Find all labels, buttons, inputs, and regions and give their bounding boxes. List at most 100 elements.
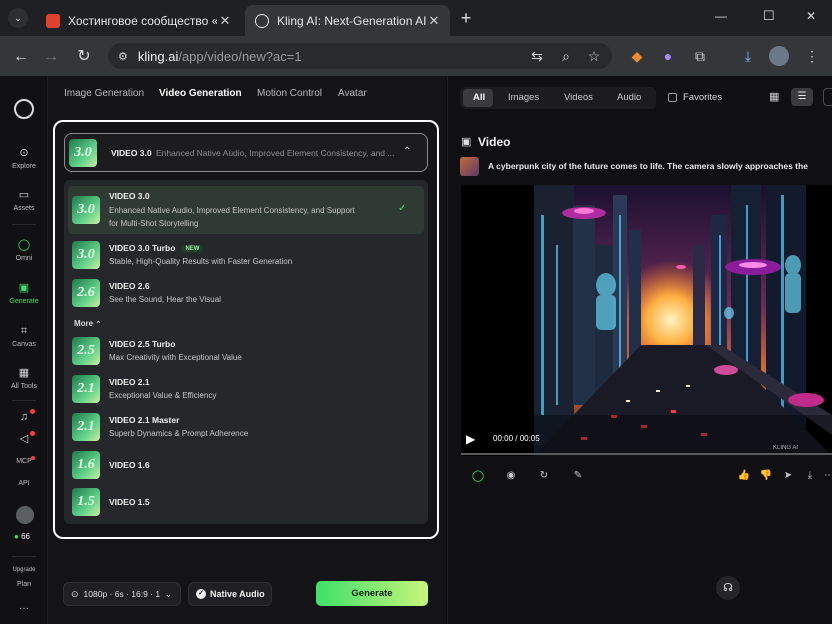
generate-button[interactable]: Generate [316, 581, 428, 606]
thumbs-up-icon[interactable]: 👍 [737, 469, 751, 483]
prompt-thumbnail[interactable] [460, 157, 479, 176]
close-tab-icon[interactable]: ✕ [217, 13, 233, 29]
rail-more[interactable]: ··· [0, 603, 48, 614]
thumbs-down-icon[interactable]: 👎 [759, 469, 773, 483]
video-preview[interactable]: ▶ 00:00 / 00:05 KLING AI [461, 185, 832, 456]
translate-icon[interactable]: ⇆ [527, 46, 547, 66]
rail-divider [12, 224, 36, 225]
rail-mcp[interactable]: MCP [0, 458, 48, 465]
back-icon[interactable]: ← [10, 46, 32, 68]
announcements[interactable]: ◁ [0, 432, 48, 449]
kling-favicon-icon [255, 13, 269, 28]
notification-dot [30, 431, 35, 436]
tab-image-generation[interactable]: Image Generation [64, 88, 144, 99]
filter-audio[interactable]: Audio [617, 92, 641, 103]
native-audio-toggle[interactable]: ✓ Native Audio [188, 582, 272, 606]
tab-motion-control[interactable]: Motion Control [257, 88, 322, 99]
chevron-up-icon[interactable]: ⌃ [403, 146, 411, 157]
rail-generate[interactable]: ▣ Generate [0, 281, 48, 305]
play-icon[interactable]: ▶ [466, 432, 475, 446]
model-option-video-2-1-master[interactable]: 2.1 VIDEO 2.1 Master Superb Dynamics & P… [68, 410, 424, 444]
model-option-video-1-6[interactable]: 1.6 VIDEO 1.6 [68, 448, 424, 482]
video-section-icon: ▣ [461, 136, 472, 148]
filter-images[interactable]: Images [508, 92, 539, 103]
new-tab-button[interactable]: + [456, 8, 476, 28]
tab-title: Хостинговое сообщество «Tim [68, 13, 217, 28]
support-button[interactable]: ☊ [716, 576, 740, 600]
rail-explore[interactable]: ⊙ Explore [0, 146, 48, 170]
rail-canvas[interactable]: ⌗ Canvas [0, 324, 48, 348]
eye-icon[interactable]: ◉ [504, 469, 518, 483]
progress-track[interactable] [461, 453, 832, 455]
panel-edge-button[interactable] [823, 88, 832, 106]
model-thumb: 1.5 [72, 488, 100, 516]
close-window-button[interactable]: ✕ [806, 9, 816, 23]
megaphone-icon: ◁ [19, 433, 29, 445]
notification-dot [31, 456, 35, 460]
edit-icon[interactable]: ✎ [571, 469, 585, 483]
extensions-icon[interactable]: ⧉ [690, 46, 710, 66]
plan-link[interactable]: Plan [0, 581, 48, 588]
maximize-button[interactable]: ☐ [763, 8, 775, 24]
left-rail: ⊙ Explore ▭ Assets ◯ Omni ▣ Generate ⌗ Canvas… [0, 76, 48, 624]
history-icon[interactable]: ↻ [537, 469, 551, 483]
rail-api[interactable]: API [0, 480, 48, 487]
filter-videos[interactable]: Videos [564, 92, 593, 103]
close-tab-icon[interactable]: ✕ [426, 13, 442, 29]
check-icon: ✓ [398, 203, 407, 214]
video-time: 00:00 / 00:05 [493, 434, 540, 443]
model-selector[interactable]: 3.0 VIDEO 3.0 Enhanced Native Audio, Imp… [64, 133, 428, 172]
profile-avatar[interactable] [769, 46, 789, 66]
fox-extension-icon[interactable]: ◆ [627, 46, 647, 66]
model-option-video-3-0[interactable]: 3.0 VIDEO 3.0 Enhanced Native Audio, Imp… [68, 186, 424, 234]
notifications-bell[interactable]: ♫ [0, 410, 48, 427]
model-thumb: 2.6 [72, 279, 100, 307]
model-thumb: 2.1 [72, 375, 100, 403]
share-icon[interactable]: ➤ [781, 469, 795, 483]
zoom-icon[interactable]: ⌕ [556, 46, 576, 66]
browser-menu-icon[interactable]: ⋮ [802, 46, 822, 66]
tab-title: Kling AI: Next-Generation AI Cr [277, 13, 426, 28]
omni-ring-icon[interactable]: ◯ [471, 469, 485, 483]
forward-icon[interactable]: → [40, 46, 62, 68]
kling-logo-icon[interactable] [14, 99, 34, 119]
filter-all[interactable]: All [473, 92, 485, 103]
more-icon[interactable]: ⋯ [822, 469, 832, 483]
download-icon[interactable]: ⤓ [738, 46, 758, 66]
output-settings-button[interactable]: ⊙ 1080p · 6s · 16:9 · 1 ⌄ [63, 582, 181, 606]
generate-icon: ▣ [18, 282, 30, 294]
credits-count[interactable]: ● 66 [14, 532, 30, 541]
upgrade-link[interactable]: Upgrade [0, 567, 48, 573]
model-option-video-3-0-turbo[interactable]: 3.0 VIDEO 3.0 Turbo NEW Stable, High-Qual… [68, 238, 424, 272]
download-icon[interactable]: ⤓ [803, 469, 817, 483]
user-avatar[interactable] [16, 506, 34, 524]
model-thumb: 3.0 [72, 241, 100, 269]
minimize-button[interactable]: — [715, 9, 727, 23]
model-option-video-1-5[interactable]: 1.5 VIDEO 1.5 [68, 485, 424, 519]
rail-assets[interactable]: ▭ Assets [0, 188, 48, 212]
tab-video-generation[interactable]: Video Generation [159, 88, 242, 99]
model-option-video-2-6[interactable]: 2.6 VIDEO 2.6 See the Sound, Hear the Vi… [68, 276, 424, 310]
chevron-up-icon: ⌃ [95, 321, 102, 328]
model-thumb: 3.0 [69, 139, 97, 167]
rail-omni[interactable]: ◯ Omni [0, 238, 48, 262]
tab-timeweb[interactable]: Хостинговое сообщество «Tim ✕ [36, 5, 241, 36]
grid-view-icon[interactable]: ▦ [769, 90, 779, 103]
model-thumb: 2.1 [72, 413, 100, 441]
settings-circle-icon: ⊙ [71, 588, 79, 599]
tab-kling[interactable]: Kling AI: Next-Generation AI Cr ✕ [245, 5, 450, 36]
tab-avatar[interactable]: Avatar [338, 88, 367, 99]
model-option-video-2-5-turbo[interactable]: 2.5 VIDEO 2.5 Turbo Max Creativity with … [68, 334, 424, 368]
model-option-video-2-1[interactable]: 2.1 VIDEO 2.1 Exceptional Value & Effici… [68, 372, 424, 406]
purple-extension-icon[interactable]: ● [658, 46, 678, 66]
reload-icon[interactable]: ↻ [73, 46, 95, 68]
favorites-checkbox[interactable] [668, 93, 677, 102]
model-desc: Enhanced Native Audio, Improved Element … [156, 148, 395, 158]
bookmark-star-icon[interactable]: ☆ [584, 46, 604, 66]
site-settings-icon[interactable]: ⚙ [118, 50, 128, 63]
list-view-icon[interactable]: ☰ [791, 88, 813, 106]
notification-dot [30, 409, 35, 414]
tab-list-button[interactable]: ⌄ [8, 8, 28, 28]
rail-all-tools[interactable]: ▦ All Tools [0, 366, 48, 390]
more-toggle[interactable]: More ⌃ [74, 319, 101, 328]
